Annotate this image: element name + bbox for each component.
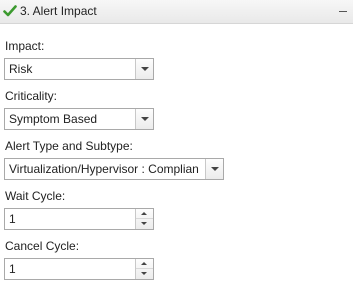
chevron-down-icon [211,167,219,171]
chevron-down-icon [141,222,147,225]
decrement-button[interactable] [136,269,153,279]
chevron-down-icon [141,117,149,121]
cancel-cycle-value: 1 [9,262,16,276]
criticality-dropdown-button[interactable] [135,109,153,129]
chevron-up-icon [141,212,147,215]
decrement-button[interactable] [136,219,153,229]
section-header[interactable]: 3. Alert Impact [0,0,353,24]
chevron-down-icon [141,67,149,71]
cancel-cycle-stepper[interactable]: 1 [4,258,154,280]
increment-button[interactable] [136,259,153,269]
wait-cycle-spin-buttons[interactable] [135,209,153,229]
chevron-up-icon [141,262,147,265]
increment-button[interactable] [136,209,153,219]
minimize-icon[interactable] [339,11,347,12]
wait-cycle-value: 1 [9,212,16,226]
alert-type-select[interactable]: Virtualization/Hypervisor : Complian [4,158,224,180]
cancel-cycle-spin-buttons[interactable] [135,259,153,279]
wait-cycle-stepper[interactable]: 1 [4,208,154,230]
impact-label: Impact: [5,39,45,53]
criticality-value: Symptom Based [9,112,98,126]
wait-cycle-label: Wait Cycle: [5,189,66,203]
check-icon [3,5,17,17]
alert-type-dropdown-button[interactable] [205,159,223,179]
impact-select[interactable]: Risk [4,58,154,80]
alert-type-label: Alert Type and Subtype: [5,139,133,153]
chevron-down-icon [141,272,147,275]
section-title: 3. Alert Impact [20,4,97,18]
alert-type-value: Virtualization/Hypervisor : Complian [9,162,199,176]
cancel-cycle-label: Cancel Cycle: [5,239,80,253]
criticality-label: Criticality: [5,89,58,103]
impact-dropdown-button[interactable] [135,59,153,79]
criticality-select[interactable]: Symptom Based [4,108,154,130]
impact-value: Risk [9,62,33,76]
